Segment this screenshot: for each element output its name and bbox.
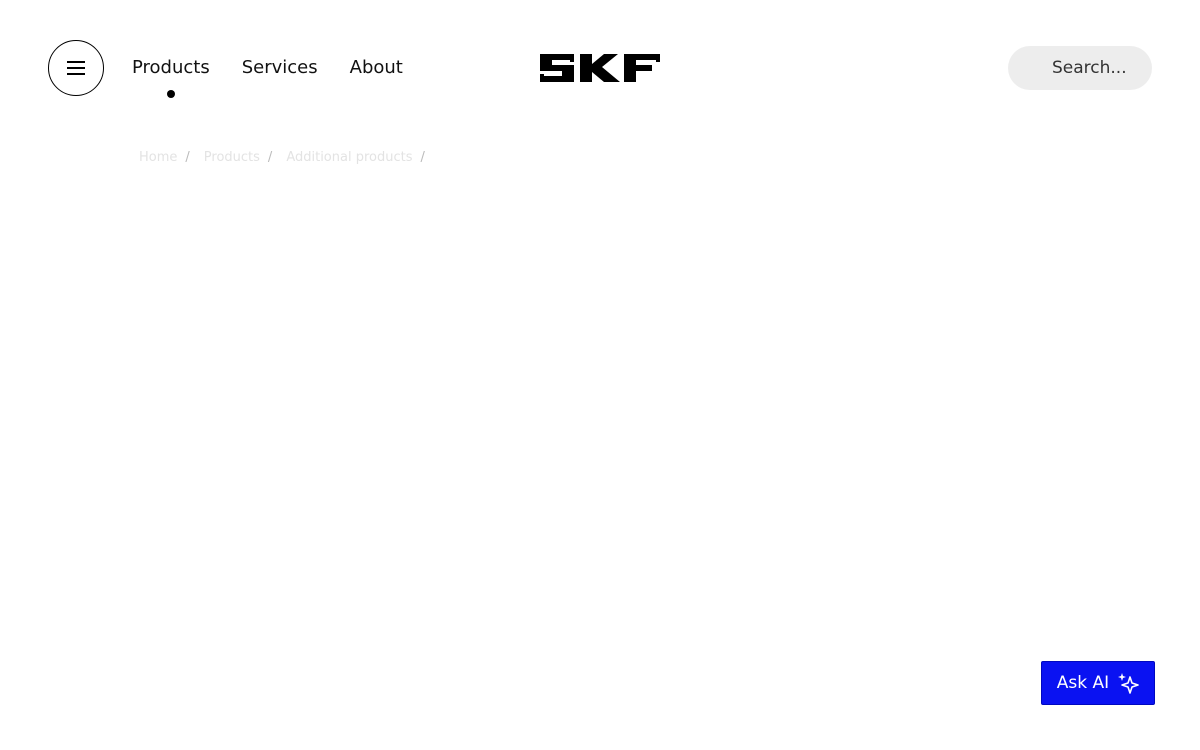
breadcrumb: Home / Products / Additional products /	[139, 150, 431, 165]
hamburger-icon	[67, 61, 85, 75]
active-indicator	[166, 90, 175, 98]
ask-ai-label: Ask AI	[1056, 673, 1110, 693]
search-placeholder: Search...	[1052, 58, 1127, 78]
site-header: Products Services About Search...	[0, 0, 1200, 130]
breadcrumb-separator: /	[267, 150, 273, 165]
breadcrumb-home[interactable]: Home	[139, 150, 177, 165]
breadcrumb-separator: /	[185, 150, 190, 165]
nav-item-label: About	[349, 57, 403, 78]
main-nav: Products Services About	[132, 56, 403, 98]
nav-item-services[interactable]: Services	[242, 56, 318, 80]
breadcrumb-products[interactable]: Products	[204, 150, 260, 165]
nav-item-about[interactable]: About	[350, 56, 403, 80]
breadcrumb-separator: /	[420, 150, 425, 165]
nav-item-products[interactable]: Products	[132, 56, 210, 98]
skf-logo[interactable]	[540, 54, 660, 82]
ask-ai-button[interactable]: Ask AI	[1041, 661, 1155, 705]
breadcrumb-additional-products[interactable]: Additional products	[286, 150, 412, 165]
nav-item-label: Products	[132, 57, 210, 78]
menu-button[interactable]	[48, 40, 104, 96]
nav-item-label: Services	[241, 57, 318, 78]
search-input[interactable]: Search...	[1008, 46, 1152, 90]
sparkle-icon	[1118, 673, 1139, 694]
